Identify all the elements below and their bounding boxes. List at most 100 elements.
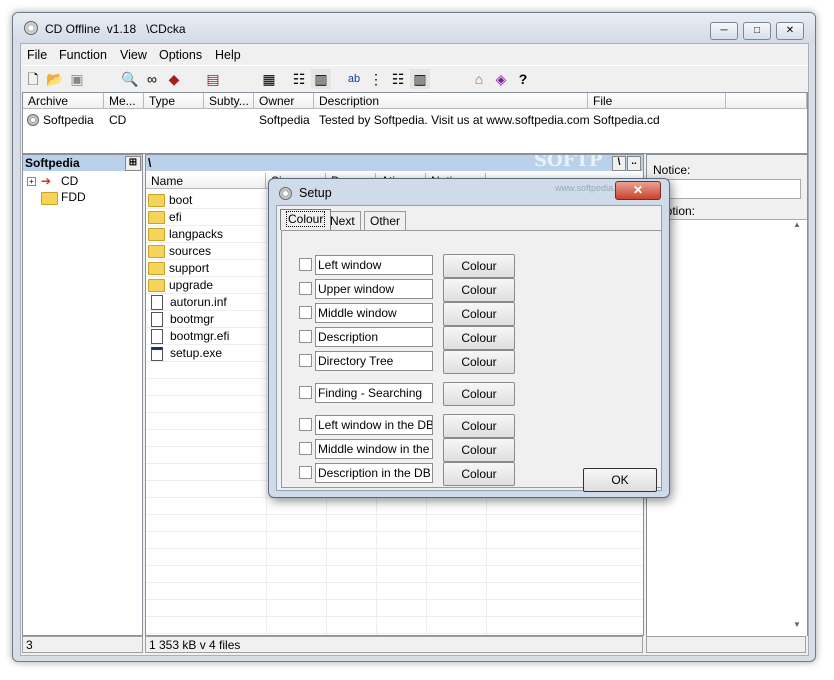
current-path: \ xyxy=(148,156,152,170)
watermark: SOFTP xyxy=(534,154,603,171)
checkbox-upper-window[interactable] xyxy=(299,282,312,295)
colour-button-finding-searching[interactable]: Colour xyxy=(443,382,515,406)
cell-description[interactable]: Tested by Softpedia. Visit us at www.sof… xyxy=(314,112,593,128)
col-name[interactable]: Name xyxy=(146,173,266,189)
menu-view[interactable]: View xyxy=(120,46,147,64)
path-bar: \ SOFTP \ .. xyxy=(146,155,643,171)
cell-file[interactable]: Softpedia.cd xyxy=(588,112,731,128)
checkbox-left-window-db[interactable] xyxy=(299,418,312,431)
tab-colour[interactable]: Colour xyxy=(280,209,332,230)
cell-owner[interactable]: Softpedia xyxy=(254,112,319,128)
title-bar[interactable]: CD Offline v1.18 \CDcka ─ □ ✕ xyxy=(13,13,815,43)
menu-file[interactable]: File xyxy=(27,46,47,64)
archive-list[interactable]: Archive Me... Type Subty... Owner Descri… xyxy=(22,92,808,154)
search-icon[interactable]: 🔍 xyxy=(120,69,140,89)
cd-app-icon xyxy=(279,187,292,200)
col-subtype[interactable]: Subty... xyxy=(204,93,254,109)
col-type[interactable]: Type xyxy=(144,93,204,109)
dialog-close-button[interactable]: ✕ xyxy=(615,181,661,200)
sort-name-icon[interactable]: ab xyxy=(344,69,364,89)
colour-button-left-window-db[interactable]: Colour xyxy=(443,414,515,438)
tree-item-cd[interactable]: CD xyxy=(61,174,78,188)
checkbox-middle-window[interactable] xyxy=(299,306,312,319)
label-description-db: Description in the DB xyxy=(315,463,433,483)
colour-button-left-window[interactable]: Colour xyxy=(443,254,515,278)
ok-button[interactable]: OK xyxy=(583,468,657,492)
menu-help[interactable]: Help xyxy=(215,46,241,64)
columns-icon[interactable]: ▥ xyxy=(410,69,430,89)
print-icon[interactable]: ▤ xyxy=(203,69,223,89)
colour-button-description-db[interactable]: Colour xyxy=(443,462,515,486)
file-row[interactable]: efi xyxy=(148,209,182,226)
left-pane[interactable]: Softpedia ⊞ + ➔ CD FDD xyxy=(22,154,143,636)
file-row[interactable]: support xyxy=(148,260,209,277)
menu-function[interactable]: Function xyxy=(59,46,107,64)
folder-icon xyxy=(148,211,165,225)
binoculars-icon[interactable]: ∞ xyxy=(142,69,162,89)
tree-toggle-icon[interactable]: ⊞ xyxy=(125,156,141,171)
tree-icon[interactable]: ⋮ xyxy=(366,69,386,89)
file-row[interactable]: langpacks xyxy=(148,226,223,243)
details-view-icon[interactable]: ▥ xyxy=(311,69,331,89)
col-description[interactable]: Description xyxy=(314,93,588,109)
scroll-down-icon[interactable]: ▼ xyxy=(793,620,801,629)
tree-item-fdd[interactable]: FDD xyxy=(61,190,86,204)
file-row[interactable]: bootmgr.efi xyxy=(148,328,229,345)
status-bar: 3 1 353 kB v 4 files xyxy=(22,636,806,654)
file-row[interactable]: bootmgr xyxy=(148,311,214,328)
minimize-button[interactable]: ─ xyxy=(710,22,738,40)
description-area[interactable]: ▲ ▼ xyxy=(647,219,807,636)
grid-icon[interactable]: ▦ xyxy=(259,69,279,89)
root-button[interactable]: \ xyxy=(612,156,626,171)
file-row[interactable]: autorun.inf xyxy=(148,294,227,311)
expand-icon[interactable]: + xyxy=(27,177,36,186)
notice-field[interactable] xyxy=(653,179,801,199)
checkbox-left-window[interactable] xyxy=(299,258,312,271)
col-file[interactable]: File xyxy=(588,93,726,109)
colour-button-upper-window[interactable]: Colour xyxy=(443,278,515,302)
menu-options[interactable]: Options xyxy=(159,46,202,64)
book-icon[interactable]: ◈ xyxy=(491,69,511,89)
file-row[interactable]: setup.exe xyxy=(148,345,222,362)
grid-line xyxy=(146,514,643,515)
col-media[interactable]: Me... xyxy=(104,93,144,109)
scroll-up-icon[interactable]: ▲ xyxy=(793,220,801,229)
file-row[interactable]: sources xyxy=(148,243,211,260)
folder-icon xyxy=(148,245,165,259)
open-folder-icon[interactable]: 📂 xyxy=(45,69,65,89)
new-icon[interactable]: 🗋 xyxy=(23,69,43,89)
col-archive[interactable]: Archive xyxy=(23,93,104,109)
label-directory-tree: Directory Tree xyxy=(315,351,433,371)
save-icon[interactable]: ▣ xyxy=(67,69,87,89)
grid-line xyxy=(146,531,643,532)
help-icon[interactable]: ? xyxy=(513,69,533,89)
notice-label: Notice: xyxy=(653,163,691,177)
file-name: setup.exe xyxy=(170,346,223,360)
checkbox-middle-window-db[interactable] xyxy=(299,442,312,455)
list-view-icon[interactable]: ☷ xyxy=(289,69,309,89)
tree-list-icon[interactable]: ☷ xyxy=(388,69,408,89)
colour-button-middle-window[interactable]: Colour xyxy=(443,302,515,326)
col-owner[interactable]: Owner xyxy=(254,93,314,109)
label-description: Description xyxy=(315,327,433,347)
home-icon[interactable]: ⌂ xyxy=(469,69,489,89)
checkbox-description-db[interactable] xyxy=(299,466,312,479)
checkbox-description[interactable] xyxy=(299,330,312,343)
file-row[interactable]: boot xyxy=(148,192,192,209)
up-button[interactable]: .. xyxy=(627,156,641,171)
close-button[interactable]: ✕ xyxy=(776,22,804,40)
cell-archive[interactable]: Softpedia xyxy=(38,112,109,128)
tab-other[interactable]: Other xyxy=(364,211,407,230)
dialog-title: Setup xyxy=(299,186,332,200)
maximize-button[interactable]: □ xyxy=(743,22,771,40)
colour-button-middle-window-db[interactable]: Colour xyxy=(443,438,515,462)
file-row[interactable]: upgrade xyxy=(148,277,213,294)
colour-button-description[interactable]: Colour xyxy=(443,326,515,350)
status-size: 1 353 kB v 4 files xyxy=(145,636,643,653)
checkbox-directory-tree[interactable] xyxy=(299,354,312,367)
checkbox-finding-searching[interactable] xyxy=(299,386,312,399)
cell-media[interactable]: CD xyxy=(104,112,149,128)
colour-button-directory-tree[interactable]: Colour xyxy=(443,350,515,374)
file-name: langpacks xyxy=(169,227,224,241)
paint-icon[interactable]: ◆ xyxy=(164,69,184,89)
